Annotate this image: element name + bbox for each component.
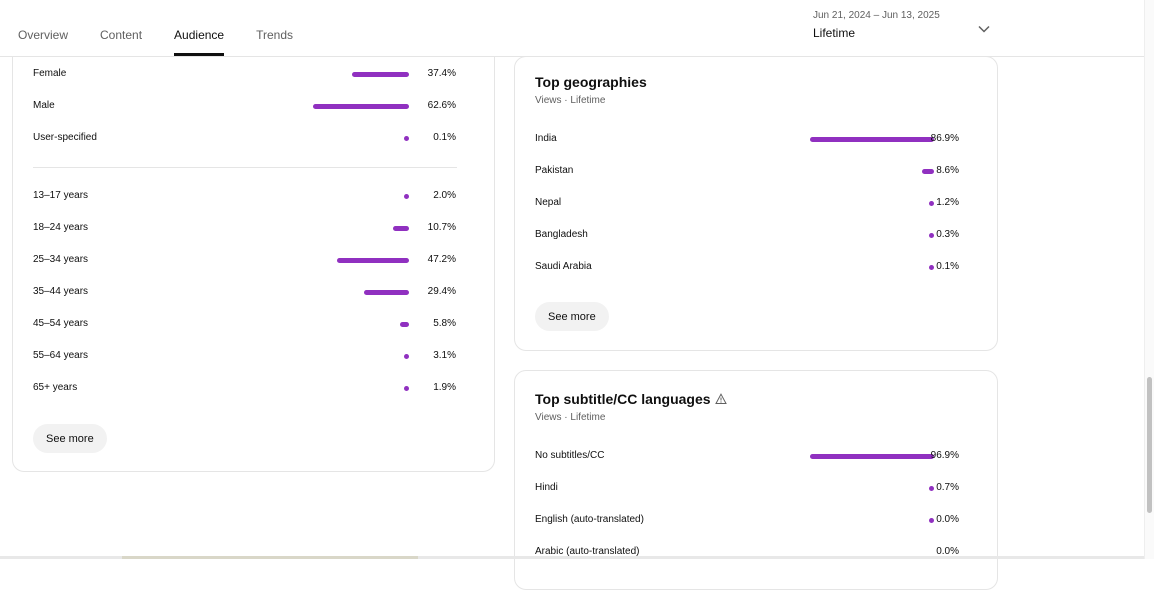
list-item: No subtitles/CC 96.9%: [515, 447, 997, 467]
item-percentage: 0.0%: [936, 514, 959, 525]
gender-age-card: Female 37.4% Male 62.6% User-specified 0.1% 1…: [12, 30, 495, 472]
card-title: Top subtitle/CC languages: [535, 391, 711, 407]
item-percentage: 1.2%: [936, 197, 959, 208]
item-percentage: 1.9%: [433, 382, 456, 393]
item-label: Bangladesh: [535, 229, 588, 240]
item-label: User-specified: [33, 132, 97, 143]
item-label: Hindi: [535, 482, 558, 493]
item-percentage: 96.9%: [930, 450, 959, 461]
date-range-text: Jun 21, 2024 – Jun 13, 2025: [813, 10, 940, 21]
item-label: India: [535, 133, 557, 144]
item-bar: [929, 518, 934, 523]
card-subtitle: Views · Lifetime: [535, 412, 606, 423]
list-item: Arabic (auto-translated) 0.0%: [515, 543, 997, 563]
item-label: 13–17 years: [33, 190, 89, 201]
item-label: Pakistan: [535, 165, 574, 176]
list-item: 18–24 years 10.7%: [13, 219, 494, 239]
item-bar: [392, 226, 409, 231]
item-bar: [810, 454, 934, 459]
item-percentage: 47.2%: [427, 254, 456, 265]
warning-icon[interactable]: [715, 393, 727, 405]
item-label: 55–64 years: [33, 350, 89, 361]
item-bar: [404, 136, 409, 141]
scrollbar-thumb[interactable]: [1147, 377, 1152, 513]
item-label: English (auto-translated): [535, 514, 644, 525]
list-item: 55–64 years 3.1%: [13, 347, 494, 367]
tab-audience[interactable]: Audience: [174, 0, 225, 56]
item-label: 25–34 years: [33, 254, 89, 265]
item-bar: [404, 354, 409, 359]
item-percentage: 3.1%: [433, 350, 456, 361]
vertical-scrollbar[interactable]: [1144, 0, 1154, 559]
divider: [33, 167, 457, 168]
item-bar: [400, 322, 409, 327]
item-label: 35–44 years: [33, 286, 89, 297]
item-percentage: 86.9%: [930, 133, 959, 144]
item-label: 65+ years: [33, 382, 78, 393]
tab-bar: Overview Content Audience Trends: [18, 0, 325, 56]
item-percentage: 10.7%: [427, 222, 456, 233]
item-bar: [351, 72, 409, 77]
chevron-down-icon[interactable]: [977, 22, 991, 36]
item-percentage: 2.0%: [433, 190, 456, 201]
tab-content[interactable]: Content: [100, 0, 142, 56]
item-bar: [363, 290, 409, 295]
top-geographies-card: Top geographies Views · Lifetime India 86…: [514, 56, 998, 351]
item-label: Male: [33, 100, 55, 111]
item-percentage: 0.3%: [936, 229, 959, 240]
date-period-text: Lifetime: [813, 26, 856, 40]
item-label: No subtitles/CC: [535, 450, 605, 461]
list-item: Male 62.6%: [13, 97, 494, 117]
item-percentage: 62.6%: [427, 100, 456, 111]
item-label: Female: [33, 68, 67, 79]
date-range-picker[interactable]: Jun 21, 2024 – Jun 13, 2025 Lifetime: [813, 10, 993, 40]
item-label: 18–24 years: [33, 222, 89, 233]
item-percentage: 8.6%: [936, 165, 959, 176]
card-title: Top geographies: [535, 74, 647, 90]
see-more-geographies-button[interactable]: See more: [535, 302, 609, 331]
list-item: User-specified 0.1%: [13, 129, 494, 149]
list-item: Bangladesh 0.3%: [515, 226, 997, 246]
list-item: 45–54 years 5.8%: [13, 315, 494, 335]
top-bar: Overview Content Audience Trends Jun 21,…: [0, 0, 1144, 57]
item-percentage: 29.4%: [427, 286, 456, 297]
item-percentage: 0.7%: [936, 482, 959, 493]
item-label: 45–54 years: [33, 318, 89, 329]
item-bar: [313, 104, 409, 109]
card-subtitle: Views · Lifetime: [535, 95, 606, 106]
list-item: Saudi Arabia 0.1%: [515, 258, 997, 278]
item-bar: [404, 386, 409, 391]
list-item: Female 37.4%: [13, 65, 494, 85]
item-bar: [929, 265, 934, 270]
item-label: Nepal: [535, 197, 562, 208]
item-label: Saudi Arabia: [535, 261, 592, 272]
list-item: English (auto-translated) 0.0%: [515, 511, 997, 531]
item-bar: [929, 201, 934, 206]
list-item: Pakistan 8.6%: [515, 162, 997, 182]
list-item: 13–17 years 2.0%: [13, 187, 494, 207]
tab-trends[interactable]: Trends: [256, 0, 293, 56]
list-item: 25–34 years 47.2%: [13, 251, 494, 271]
item-bar: [921, 169, 934, 174]
list-item: 65+ years 1.9%: [13, 379, 494, 399]
item-bar: [404, 194, 409, 199]
list-item: Hindi 0.7%: [515, 479, 997, 499]
item-percentage: 5.8%: [433, 318, 456, 329]
tab-overview[interactable]: Overview: [18, 0, 68, 56]
item-bar: [929, 486, 934, 491]
item-bar: [810, 137, 934, 142]
item-percentage: 0.1%: [433, 132, 456, 143]
item-bar: [336, 258, 409, 263]
item-percentage: 37.4%: [427, 68, 456, 79]
list-item: Nepal 1.2%: [515, 194, 997, 214]
list-item: India 86.9%: [515, 130, 997, 150]
see-more-age-button[interactable]: See more: [33, 424, 107, 453]
item-bar: [929, 233, 934, 238]
item-percentage: 0.1%: [936, 261, 959, 272]
list-item: 35–44 years 29.4%: [13, 283, 494, 303]
